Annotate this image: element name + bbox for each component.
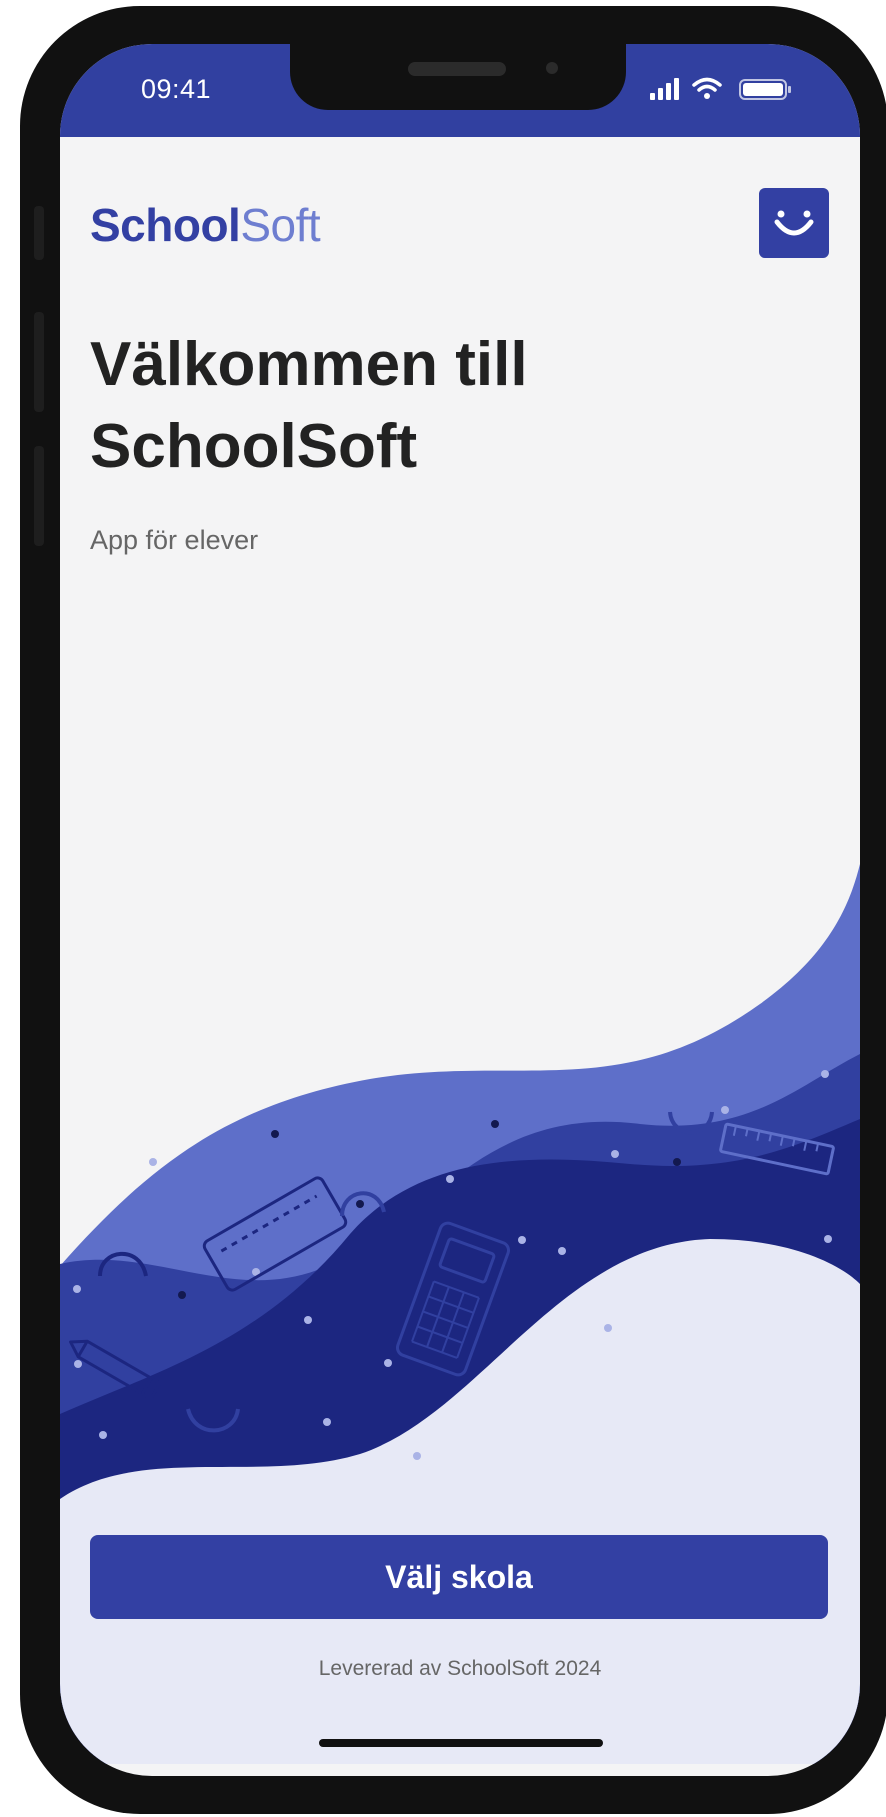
smiley-icon — [774, 210, 814, 236]
welcome-line-2: SchoolSoft — [90, 412, 418, 481]
status-time: 09:41 — [141, 74, 212, 104]
wave-illustration — [60, 864, 860, 1764]
schoolsoft-logo: SchoolSoft — [90, 198, 321, 252]
welcome-subtitle: App för elever — [90, 525, 259, 555]
choose-school-button[interactable]: Välj skola — [90, 1535, 828, 1619]
volume-down-button — [34, 446, 44, 546]
mute-switch — [34, 206, 44, 260]
camera — [546, 62, 558, 74]
home-indicator[interactable] — [319, 1739, 603, 1747]
wifi-icon — [692, 77, 722, 99]
welcome-line-1: Välkommen till — [90, 330, 528, 399]
status-icons — [650, 75, 810, 105]
speaker — [408, 62, 506, 76]
notch — [290, 44, 626, 110]
status-bar: 09:41 — [60, 44, 860, 137]
volume-up-button — [34, 312, 44, 412]
delivered-by-text: Levererad av SchoolSoft 2024 — [318, 1657, 602, 1680]
logo-part-soft: Soft — [240, 199, 321, 251]
logo-part-school: School — [90, 199, 241, 251]
battery-icon — [739, 79, 791, 100]
app-screen: 09:41 SchoolSoft Välkommen till SchoolSo… — [60, 44, 860, 1776]
smiley-button[interactable] — [759, 188, 829, 258]
signal-icon — [650, 78, 679, 100]
welcome-heading: Välkommen till SchoolSoft — [90, 324, 790, 488]
